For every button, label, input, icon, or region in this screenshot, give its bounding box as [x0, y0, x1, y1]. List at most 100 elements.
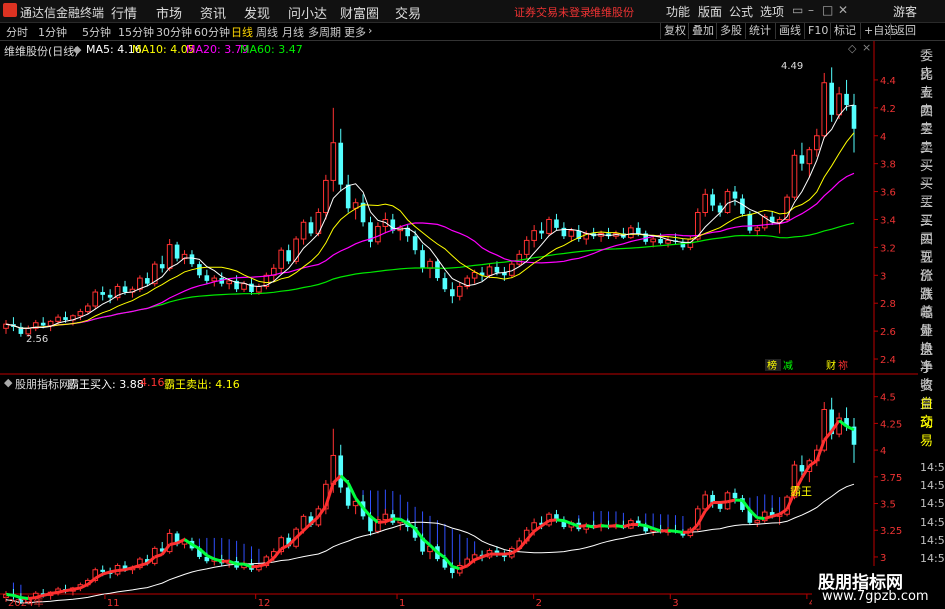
maximize-icon[interactable]: □	[822, 3, 833, 17]
candle-body	[338, 142, 344, 185]
y-tick-main: 3.8	[880, 160, 896, 171]
btn-adjust[interactable]: 复权	[660, 23, 689, 39]
candle-body	[754, 227, 761, 232]
candle-body	[145, 278, 150, 284]
candle-body	[799, 465, 805, 472]
candle-body	[323, 179, 329, 213]
candle-body	[92, 291, 99, 307]
x-tick-label: 1	[399, 598, 405, 609]
candle-body	[338, 455, 344, 488]
trend-segment	[109, 569, 118, 574]
btn-mark[interactable]: 标记	[830, 23, 859, 39]
y-tick-sub: 4.5	[880, 393, 896, 404]
candle-body	[345, 487, 351, 506]
guest-label[interactable]: 游客	[893, 3, 917, 20]
alert-stock[interactable]: 维维股份	[590, 4, 634, 20]
tf-multi[interactable]: 多周期	[308, 24, 341, 40]
trend-segment	[72, 586, 81, 591]
candle-body	[791, 154, 798, 198]
y-tick-main: 3.4	[880, 215, 896, 226]
high-label: 4.49	[781, 61, 803, 72]
y-tick-sub: 3.5	[880, 500, 896, 511]
tf-daily[interactable]: 日线	[231, 24, 253, 40]
trend-segment	[504, 551, 512, 556]
tf-60min[interactable]: 60分钟	[194, 24, 230, 40]
period-toolbar: 分时 1分钟 5分钟 15分钟 30分钟 60分钟 日线 周线 月线 多周期 更…	[0, 23, 945, 41]
trend-segment	[719, 500, 728, 504]
candle-body	[821, 82, 828, 137]
price-chart[interactable]: 4.4 4.2 4 3.8 3.6 3.4 3.2 3 2.8 2.6 2.4 4.5 4.25 4 3.7…	[0, 41, 918, 609]
menu-formula[interactable]: 公式	[729, 3, 753, 20]
btn-overlay[interactable]: 叠加	[688, 23, 717, 39]
right-quote-panel: 委比 卖五 卖四 卖三 卖二 卖一 买一 买二 买三 买四 买五 现价 涨跌 涨幅 总量 外盘 换手 净资 收益 自动…	[918, 41, 945, 609]
candle-body	[486, 266, 493, 276]
right-panel-item[interactable]: 交易	[920, 411, 945, 449]
close-icon[interactable]: ✕	[838, 3, 848, 17]
candle-body	[40, 322, 46, 326]
candle-body	[166, 244, 173, 269]
tf-15min[interactable]: 15分钟	[118, 24, 154, 40]
menu-trade[interactable]: 交易	[395, 3, 421, 22]
y-tick-sub: 3	[880, 553, 886, 564]
menu-quotes[interactable]: 行情	[111, 3, 137, 22]
more-chevron-icon[interactable]: ›	[368, 24, 372, 37]
candle-body	[531, 230, 537, 241]
candle-body	[197, 264, 202, 276]
candle-body	[628, 227, 634, 239]
trend-segment	[117, 568, 126, 572]
menu-ask[interactable]: 问小达	[288, 3, 327, 22]
menu-function[interactable]: 功能	[666, 3, 690, 20]
tf-timeshare[interactable]: 分时	[6, 24, 28, 40]
y-tick-main: 2.8	[880, 299, 896, 310]
tf-more[interactable]: 更多	[344, 24, 366, 40]
menu-market[interactable]: 市场	[156, 3, 182, 22]
minimize-icon[interactable]: ▭	[792, 3, 803, 17]
y-tick-sub: 4	[880, 446, 886, 457]
candle-body	[435, 261, 440, 279]
trend-segment	[406, 522, 416, 530]
tf-30min[interactable]: 30分钟	[156, 24, 192, 40]
candle-body	[717, 503, 723, 509]
candle-body	[47, 320, 54, 327]
candle-body	[568, 230, 575, 237]
trend-segment	[727, 498, 736, 504]
candle-body	[456, 285, 463, 297]
trend-segment	[548, 518, 557, 523]
candle-body	[702, 494, 709, 510]
restore-icon[interactable]: –	[808, 3, 814, 17]
tf-weekly[interactable]: 周线	[256, 24, 278, 40]
menu-discover[interactable]: 发现	[244, 3, 270, 22]
menu-wealth[interactable]: 财富圈	[340, 3, 379, 22]
login-alert[interactable]: 证券交易未登录	[514, 4, 591, 20]
candle-body	[85, 305, 91, 313]
candle-body	[189, 254, 195, 265]
trend-segment	[42, 592, 51, 597]
btn-f10[interactable]: F10	[804, 23, 831, 39]
menu-options[interactable]: 选项	[760, 3, 784, 20]
btn-multistock[interactable]: 多股	[716, 23, 745, 39]
x-tick-label: 2	[536, 598, 542, 609]
candle-body	[330, 142, 337, 181]
candle-body	[420, 250, 425, 269]
candle-body	[516, 253, 523, 265]
candle-body	[412, 236, 418, 251]
btn-stats[interactable]: 统计	[745, 23, 774, 39]
tf-5min[interactable]: 5分钟	[82, 24, 111, 40]
candle-body	[300, 221, 307, 240]
tf-monthly[interactable]: 月线	[282, 24, 304, 40]
menu-news[interactable]: 资讯	[200, 3, 226, 22]
right-panel-time: 14:56	[920, 497, 945, 511]
candle-body	[241, 283, 247, 290]
candle-body	[55, 316, 61, 322]
menu-layout[interactable]: 版面	[698, 3, 722, 20]
candle-body	[732, 492, 738, 499]
tf-1min[interactable]: 1分钟	[38, 24, 67, 40]
trend-segment	[102, 570, 111, 576]
candle-body	[286, 250, 291, 262]
y-tick-sub: 3.25	[880, 526, 902, 537]
btn-draw[interactable]: 画线	[775, 23, 804, 39]
candle-body	[554, 219, 559, 228]
trend-segment	[764, 514, 773, 520]
candle-body	[814, 135, 820, 151]
btn-back[interactable]: 返回	[890, 23, 919, 39]
